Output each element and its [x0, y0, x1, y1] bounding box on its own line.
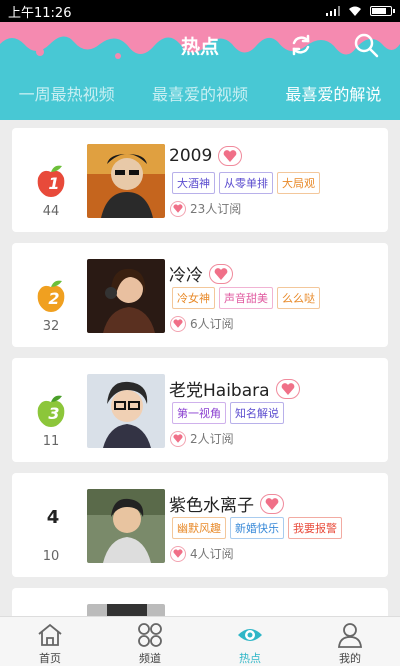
- rank-number: 1: [48, 174, 60, 193]
- heart-icon: [170, 315, 186, 332]
- tag[interactable]: 从零单排: [219, 172, 273, 194]
- tag[interactable]: 知名解说: [230, 402, 284, 424]
- app-header: 热点: [0, 22, 400, 70]
- commentator-name: 2009: [169, 146, 243, 166]
- heart-icon: [223, 150, 237, 162]
- tag-list: 冷女神 声音甜美 么么哒: [172, 287, 320, 309]
- tab-favorite-commentators[interactable]: 最喜爱的解说: [267, 70, 400, 120]
- wifi-icon: [349, 6, 361, 16]
- status-time: 上午11:26: [8, 5, 72, 21]
- subscriber-count: 4人订阅: [190, 547, 234, 561]
- tag[interactable]: 第一视角: [172, 402, 226, 424]
- tag[interactable]: 幽默风趣: [172, 517, 226, 539]
- heart-icon: [214, 267, 228, 280]
- nav-label: 首页: [39, 652, 61, 665]
- user-icon: [338, 623, 362, 648]
- rank-badge: 1: [34, 164, 68, 200]
- nav-label: 我的: [339, 652, 361, 665]
- commentator-name: 老党Haibara: [169, 376, 300, 401]
- avatar[interactable]: [87, 144, 165, 218]
- commentator-name: 冷冷: [169, 261, 233, 286]
- grid-icon: [138, 623, 162, 647]
- tab-weekly-hot-videos[interactable]: 一周最热视频: [0, 70, 133, 120]
- signal-icon: [326, 6, 340, 16]
- eye-icon: [238, 629, 262, 641]
- nav-hot[interactable]: 热点: [200, 617, 300, 666]
- view-count: 32: [42, 319, 60, 334]
- avatar[interactable]: [87, 374, 165, 448]
- commentator-list: 1 44 2009 大酒神 从零单排 大局观 23人订阅 2 32 冷冷 冷女神…: [0, 120, 400, 616]
- name-text: 老党Haibara: [169, 381, 270, 401]
- favorite-button[interactable]: [275, 378, 300, 399]
- subscriber-info: 2人订阅: [170, 430, 234, 447]
- list-item[interactable]: 1 44 2009 大酒神 从零单排 大局观 23人订阅: [12, 128, 388, 232]
- avatar[interactable]: [87, 489, 165, 563]
- view-count: 44: [42, 204, 60, 219]
- avatar[interactable]: [87, 259, 165, 333]
- subscriber-count: 6人订阅: [190, 317, 234, 331]
- rank-badge: 2: [34, 279, 68, 315]
- subscriber-info: 6人订阅: [170, 315, 234, 332]
- tag[interactable]: 冷女神: [172, 287, 215, 309]
- favorite-button[interactable]: [209, 263, 233, 284]
- refresh-icon: [292, 34, 310, 56]
- commentator-name: 紫色水离子: [169, 491, 284, 516]
- nav-home[interactable]: 首页: [0, 617, 100, 666]
- name-text: 2009: [169, 146, 213, 166]
- search-icon: [354, 33, 379, 58]
- nav-label: 频道: [139, 652, 161, 665]
- list-item[interactable]: 4 10 紫色水离子 幽默风趣 新婚快乐 我要报警 4人订阅: [12, 473, 388, 577]
- search-button[interactable]: [352, 31, 380, 59]
- tag[interactable]: 新婚快乐: [230, 517, 284, 539]
- refresh-button[interactable]: [287, 31, 315, 59]
- list-item[interactable]: 3 11 老党Haibara 第一视角 知名解说 2人订阅: [12, 358, 388, 462]
- nav-mine[interactable]: 我的: [300, 617, 400, 666]
- rank-badge: 3: [34, 394, 68, 430]
- subscriber-count: 23人订阅: [190, 202, 242, 216]
- status-icons: [326, 6, 395, 17]
- page-title: 热点: [180, 36, 219, 58]
- heart-icon: [265, 497, 279, 510]
- nav-channels[interactable]: 频道: [100, 617, 200, 666]
- subscriber-info: 23人订阅: [170, 200, 241, 217]
- favorite-button[interactable]: [260, 493, 284, 514]
- view-count: 11: [42, 434, 60, 449]
- heart-icon: [170, 545, 186, 562]
- home-icon: [38, 623, 62, 646]
- tag[interactable]: 么么哒: [277, 287, 320, 309]
- favorite-button[interactable]: [218, 146, 243, 166]
- name-text: 紫色水离子: [169, 496, 254, 516]
- tag-list: 大酒神 从零单排 大局观: [172, 172, 320, 194]
- rank-number: 3: [48, 404, 60, 423]
- rank-number: 2: [48, 289, 60, 308]
- tag-list: 幽默风趣 新婚快乐 我要报警: [172, 517, 342, 539]
- tab-bar: 一周最热视频 最喜爱的视频 最喜爱的解说: [0, 70, 400, 120]
- rank-number: 4: [46, 507, 60, 528]
- tag-list: 第一视角 知名解说: [172, 402, 284, 424]
- tag[interactable]: 大局观: [277, 172, 320, 194]
- bottom-nav: 首页 频道 热点 我的: [0, 616, 400, 666]
- tab-favorite-videos[interactable]: 最喜爱的视频: [133, 70, 266, 120]
- battery-icon: [370, 6, 395, 16]
- heart-icon: [170, 200, 186, 217]
- subscriber-info: 4人订阅: [170, 545, 234, 562]
- list-item[interactable]: 2 32 冷冷 冷女神 声音甜美 么么哒 6人订阅: [12, 243, 388, 347]
- tag[interactable]: 我要报警: [288, 517, 342, 539]
- status-bar: 上午11:26: [0, 0, 400, 22]
- nav-label: 热点: [239, 652, 261, 665]
- tag[interactable]: 声音甜美: [219, 287, 273, 309]
- avatar[interactable]: [87, 604, 165, 616]
- heart-icon: [170, 430, 186, 447]
- view-count: 10: [42, 549, 60, 564]
- subscriber-count: 2人订阅: [190, 432, 234, 446]
- list-item[interactable]: [12, 588, 388, 616]
- heart-icon: [281, 382, 294, 395]
- name-text: 冷冷: [169, 266, 203, 286]
- tag[interactable]: 大酒神: [172, 172, 215, 194]
